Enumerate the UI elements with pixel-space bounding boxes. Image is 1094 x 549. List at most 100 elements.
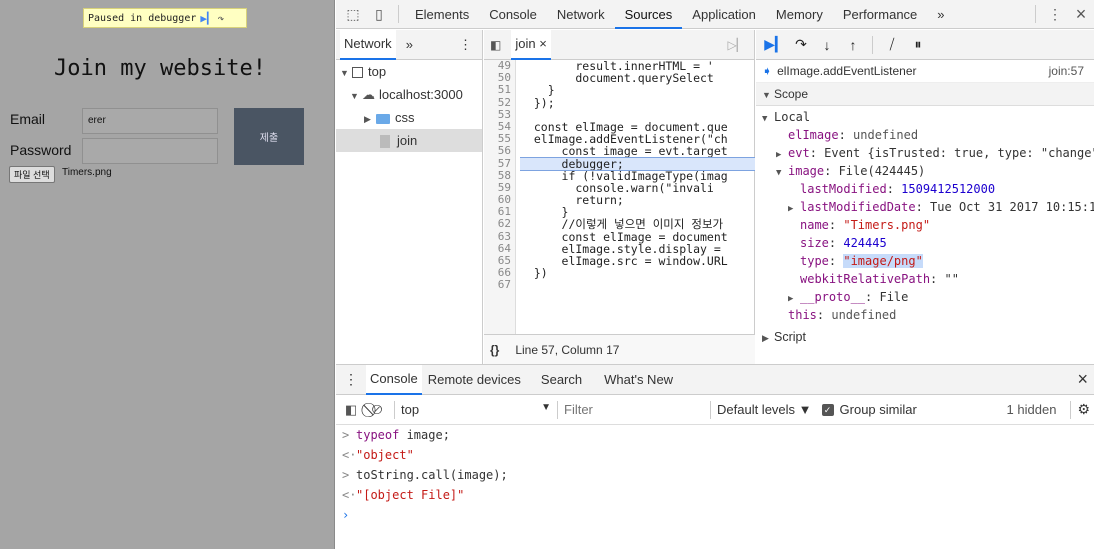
scope-section-header[interactable]: ▼ Scope	[756, 83, 1094, 106]
show-sidebar-icon[interactable]: ◧	[336, 402, 366, 418]
local-title: Local	[774, 110, 811, 124]
console-input-line: > toString.call(image);	[336, 465, 1094, 485]
console-prompt[interactable]: ›	[336, 505, 1094, 525]
scope-variable[interactable]: ▶ evt: Event {isTrusted: true, type: "cha…	[756, 144, 1094, 162]
navigator-toolbar: Network » ⋮	[336, 29, 482, 60]
resume-icon[interactable]: ▶▎	[200, 12, 213, 25]
line-number[interactable]: 62	[484, 218, 515, 230]
divider	[557, 400, 558, 419]
call-stack-frame[interactable]: ➧ elImage.addEventListener join:57	[756, 60, 1094, 83]
tab-sources[interactable]: Sources	[614, 0, 683, 29]
collapse-icon[interactable]: ▶	[762, 329, 774, 346]
menu-icon[interactable]: ⋮	[1042, 6, 1068, 23]
line-number-gutter[interactable]: 49 50 51 52 53 54 55 56 57 58 59 60 61 62 63 64 65 66 67	[484, 59, 516, 334]
script-scope-header[interactable]: ▶ Script	[756, 328, 1094, 346]
scope-variable[interactable]: name: "Timers.png"	[756, 216, 1094, 234]
tree-item-localhost[interactable]: ▼ ☁ localhost:3000	[336, 83, 482, 106]
clear-console-icon[interactable]: ⃠⊘	[366, 401, 388, 418]
console-filter-input[interactable]	[564, 402, 704, 417]
step-into-icon[interactable]: ↓	[814, 37, 840, 53]
expand-icon[interactable]: ▼	[762, 84, 774, 105]
tree-item-top[interactable]: ▼ top	[336, 60, 482, 83]
banner-text: Paused in debugger	[88, 12, 197, 24]
variable-value: 424445	[843, 236, 887, 250]
collapse-icon[interactable]: ▶	[788, 290, 800, 306]
pause-on-exceptions-icon[interactable]: ⏸	[905, 36, 931, 53]
hidden-count[interactable]: 1 hidden	[1007, 402, 1057, 417]
editor-tab-join[interactable]: join ×	[511, 29, 551, 60]
collapse-icon[interactable]: ▶	[364, 108, 376, 131]
navigator-tab-network[interactable]: Network	[340, 29, 396, 60]
submit-button[interactable]: 제출	[234, 108, 304, 165]
context-select[interactable]: top ▼	[401, 402, 551, 417]
scope-variable[interactable]: size: 424445	[756, 234, 1094, 252]
variable-name: elImage	[788, 128, 839, 142]
code-area[interactable]: result.innerHTML = ' document.querySelec…	[520, 60, 755, 334]
code-line: }	[520, 83, 555, 98]
toggle-navigator-icon[interactable]: ◧	[490, 38, 501, 52]
tab-application[interactable]: Application	[682, 0, 766, 29]
more-icon[interactable]: »	[402, 31, 417, 59]
group-similar-checkbox[interactable]: ✓	[821, 403, 834, 416]
variable-name: evt	[788, 146, 810, 160]
step-out-icon[interactable]: ↑	[840, 37, 866, 53]
drawer-tab-console[interactable]: Console	[366, 364, 422, 395]
collapse-icon[interactable]: ▶	[776, 146, 788, 162]
collapse-icon[interactable]: ▶	[788, 200, 800, 216]
code-line: })	[520, 266, 548, 281]
tab-performance[interactable]: Performance	[833, 0, 927, 29]
close-drawer-icon[interactable]: ×	[1077, 369, 1088, 390]
tab-memory[interactable]: Memory	[766, 0, 833, 29]
inspect-element-icon[interactable]: ⬚	[340, 6, 366, 23]
tab-network[interactable]: Network	[547, 0, 615, 29]
scope-variable[interactable]: ▼ image: File(424445)	[756, 162, 1094, 180]
line-number[interactable]: 52	[484, 96, 515, 109]
email-field[interactable]: erer	[82, 108, 218, 134]
scope-variable[interactable]: webkitRelativePath: ""	[756, 270, 1094, 288]
line-number[interactable]: 56	[484, 145, 515, 157]
console-input-line: > typeof image;	[336, 425, 1094, 445]
resume-icon[interactable]: ▶▎	[762, 36, 788, 53]
tree-item-css[interactable]: ▶ css	[336, 106, 482, 129]
log-levels-select[interactable]: Default levels ▼	[717, 402, 812, 417]
drawer-tab-whats-new[interactable]: What's New	[596, 366, 681, 394]
scope-variable[interactable]: lastModified: 1509412512000	[756, 180, 1094, 198]
scope-variable[interactable]: ▶ __proto__: File	[756, 288, 1094, 306]
expand-icon[interactable]: ▼	[340, 62, 352, 85]
line-number[interactable]: 51	[484, 84, 515, 96]
expand-icon[interactable]: ▼	[350, 85, 362, 108]
expand-icon[interactable]: ▼	[762, 110, 774, 126]
frame-location[interactable]: join:57	[1049, 60, 1084, 82]
drawer-tab-search[interactable]: Search	[527, 366, 596, 394]
line-number[interactable]: 57	[484, 157, 515, 170]
drawer-tab-remote-devices[interactable]: Remote devices	[422, 366, 527, 394]
device-toolbar-icon[interactable]: ▯	[366, 6, 392, 23]
step-over-icon[interactable]: ↷	[788, 36, 814, 53]
navigator-menu-icon[interactable]: ⋮	[455, 31, 476, 59]
drawer-menu-icon[interactable]: ⋮	[336, 371, 366, 388]
tab-elements[interactable]: Elements	[405, 0, 479, 29]
scope-variable[interactable]: elImage: undefined	[756, 126, 1094, 144]
tab-console[interactable]: Console	[479, 0, 547, 29]
pretty-print-icon[interactable]: {}	[490, 343, 499, 357]
step-over-icon[interactable]: ↷	[218, 12, 225, 25]
scope-variable[interactable]: ▶ lastModifiedDate: Tue Oct 31 2017 10:15…	[756, 198, 1094, 216]
more-tabs-icon[interactable]: »	[927, 0, 954, 29]
scope-variable[interactable]: type: "image/png"	[756, 252, 1094, 270]
deactivate-breakpoints-icon[interactable]: ⧸	[879, 36, 905, 53]
close-tab-icon[interactable]: ×	[539, 36, 547, 51]
toggle-debugger-icon[interactable]: ▷▏	[728, 38, 746, 52]
password-field[interactable]	[82, 138, 218, 164]
variable-name: this	[788, 308, 817, 322]
scope-variable[interactable]: this: undefined	[756, 306, 1094, 324]
console-settings-gear-icon[interactable]: ⚙	[1077, 401, 1090, 418]
file-choose-button[interactable]: 파일 선택	[9, 166, 55, 183]
page-title: Join my website!	[54, 56, 266, 81]
close-devtools-icon[interactable]: ×	[1068, 4, 1094, 25]
expand-icon[interactable]: ▼	[776, 164, 788, 180]
local-scope-header[interactable]: ▼ Local	[756, 108, 1094, 126]
line-number[interactable]: 67	[484, 279, 515, 291]
line-number[interactable]: 63	[484, 230, 515, 243]
tree-item-join[interactable]: join	[336, 129, 482, 152]
